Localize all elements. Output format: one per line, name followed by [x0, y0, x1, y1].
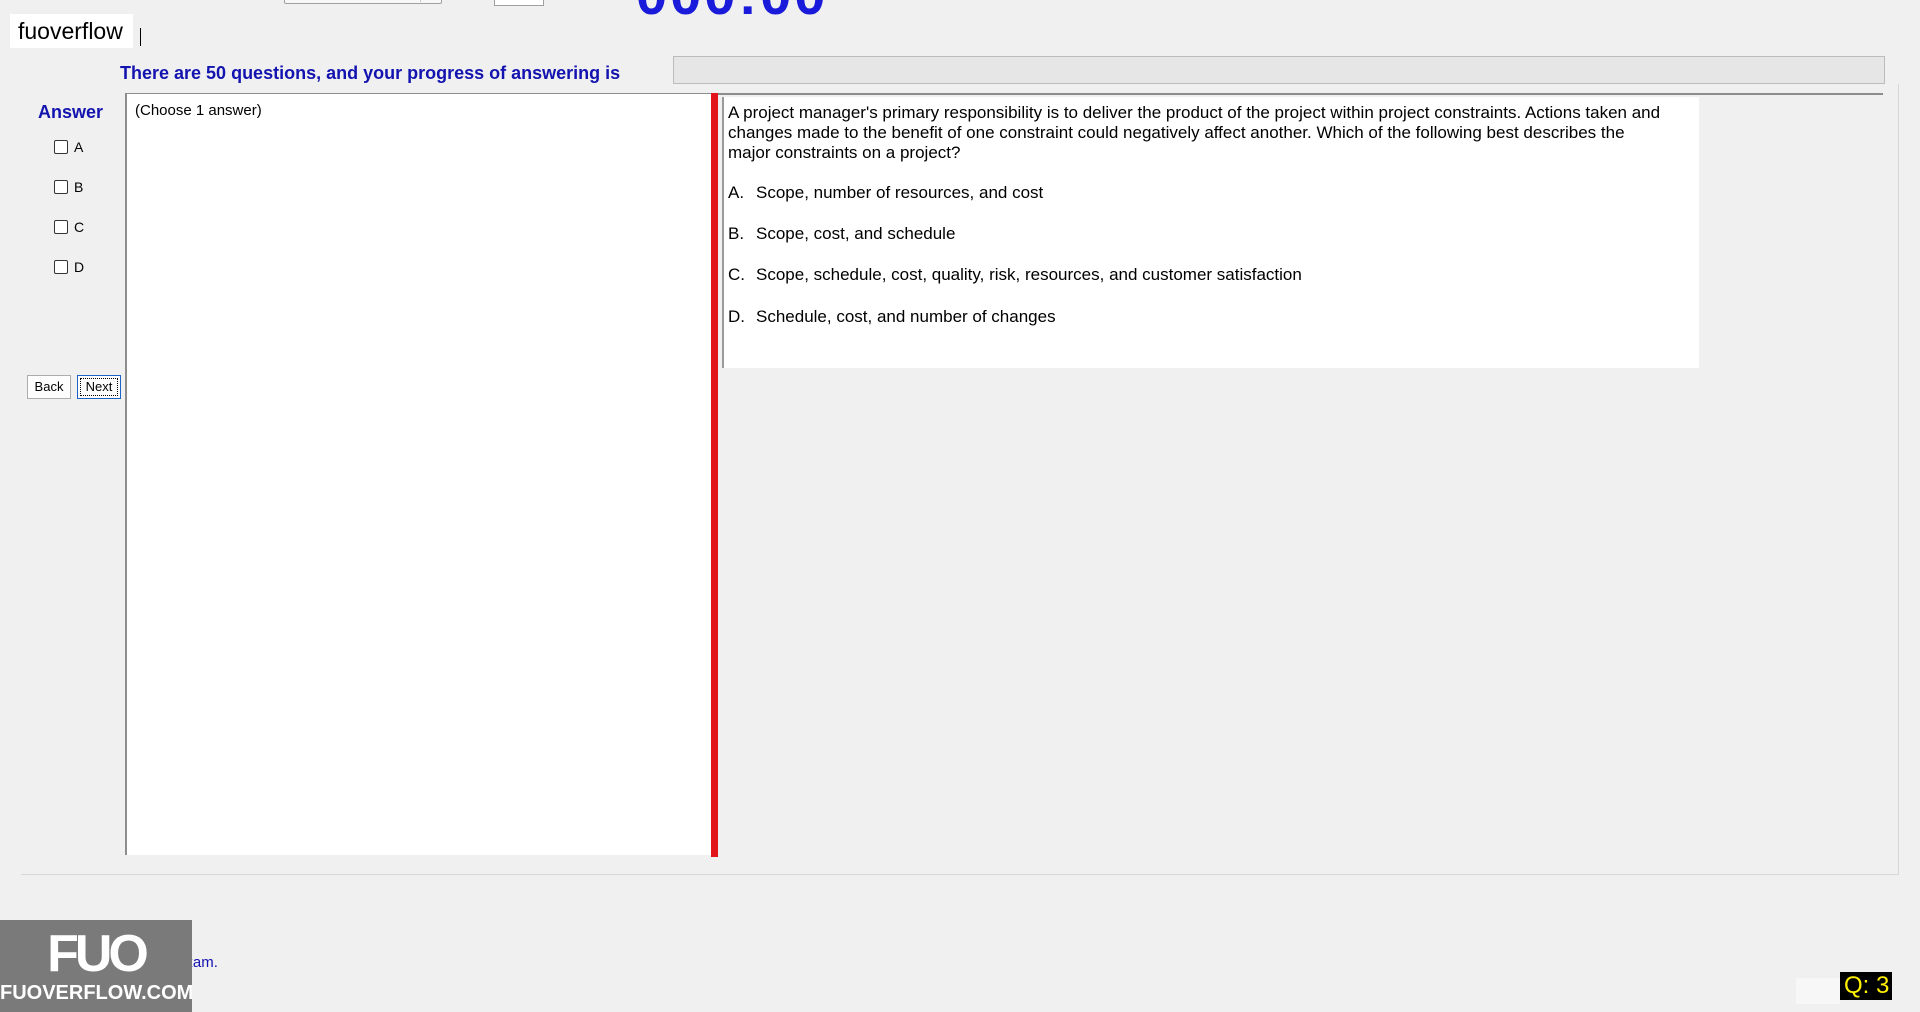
top-combo-box[interactable]	[284, 0, 442, 4]
watermark-label: fuoverflow	[10, 14, 133, 48]
top-spin-box[interactable]	[494, 0, 544, 6]
answer-option-label: D	[74, 259, 85, 275]
choose-instruction: (Choose 1 answer)	[135, 102, 262, 119]
top-combo-arrow[interactable]	[420, 0, 441, 2]
answer-option-c[interactable]: C	[54, 218, 84, 236]
checkbox-b[interactable]	[54, 180, 68, 194]
checkbox-d[interactable]	[54, 260, 68, 274]
question-pane: A project manager's primary responsibili…	[718, 93, 1883, 855]
timer-display: 000:00	[636, 0, 828, 27]
answer-option-label: B	[74, 179, 84, 195]
choice-text: Scope, schedule, cost, quality, risk, re…	[756, 265, 1302, 284]
back-button[interactable]: Back	[27, 375, 71, 399]
text-caret	[140, 28, 141, 46]
checkbox-a[interactable]	[54, 140, 68, 154]
choice-text: Scope, number of resources, and cost	[756, 183, 1044, 202]
counter-strip	[1796, 978, 1840, 1004]
choice-text: Schedule, cost, and number of changes	[756, 307, 1056, 326]
question-counter: Q: 3	[1840, 972, 1892, 1000]
answer-option-a[interactable]: A	[54, 138, 83, 156]
logo-letters: FUO	[47, 925, 149, 983]
pane-splitter[interactable]	[711, 93, 718, 857]
answer-notes-pane[interactable]: (Choose 1 answer)	[125, 93, 711, 855]
checkbox-c[interactable]	[54, 220, 68, 234]
choice-d: D. Schedule, cost, and number of changes	[728, 307, 1056, 327]
answer-title: Answer	[38, 102, 104, 122]
progress-label: There are 50 questions, and your progres…	[120, 63, 621, 83]
question-box: A project manager's primary responsibili…	[722, 97, 1699, 368]
next-button[interactable]: Next	[77, 375, 121, 399]
site-logo: FUO FUOVERFLOW.COM	[0, 920, 194, 1012]
choice-c: C. Scope, schedule, cost, quality, risk, …	[728, 265, 1302, 285]
progress-bar	[673, 56, 1885, 84]
choice-b: B. Scope, cost, and schedule	[728, 224, 955, 244]
choice-letter: A.	[728, 183, 745, 202]
logo-domain: FUOVERFLOW.COM	[0, 982, 194, 1004]
answer-option-label: C	[74, 219, 85, 235]
answer-option-b[interactable]: B	[54, 178, 83, 196]
choice-a: A. Scope, number of resources, and cost	[728, 183, 1043, 203]
choice-text: Scope, cost, and schedule	[756, 224, 956, 243]
choice-letter: D.	[728, 307, 745, 326]
choice-letter: C.	[728, 265, 745, 284]
answer-option-d[interactable]: D	[54, 258, 84, 276]
answer-option-label: A	[74, 139, 84, 155]
choice-letter: B.	[728, 224, 745, 243]
question-text: A project manager's primary responsibili…	[728, 103, 1661, 162]
